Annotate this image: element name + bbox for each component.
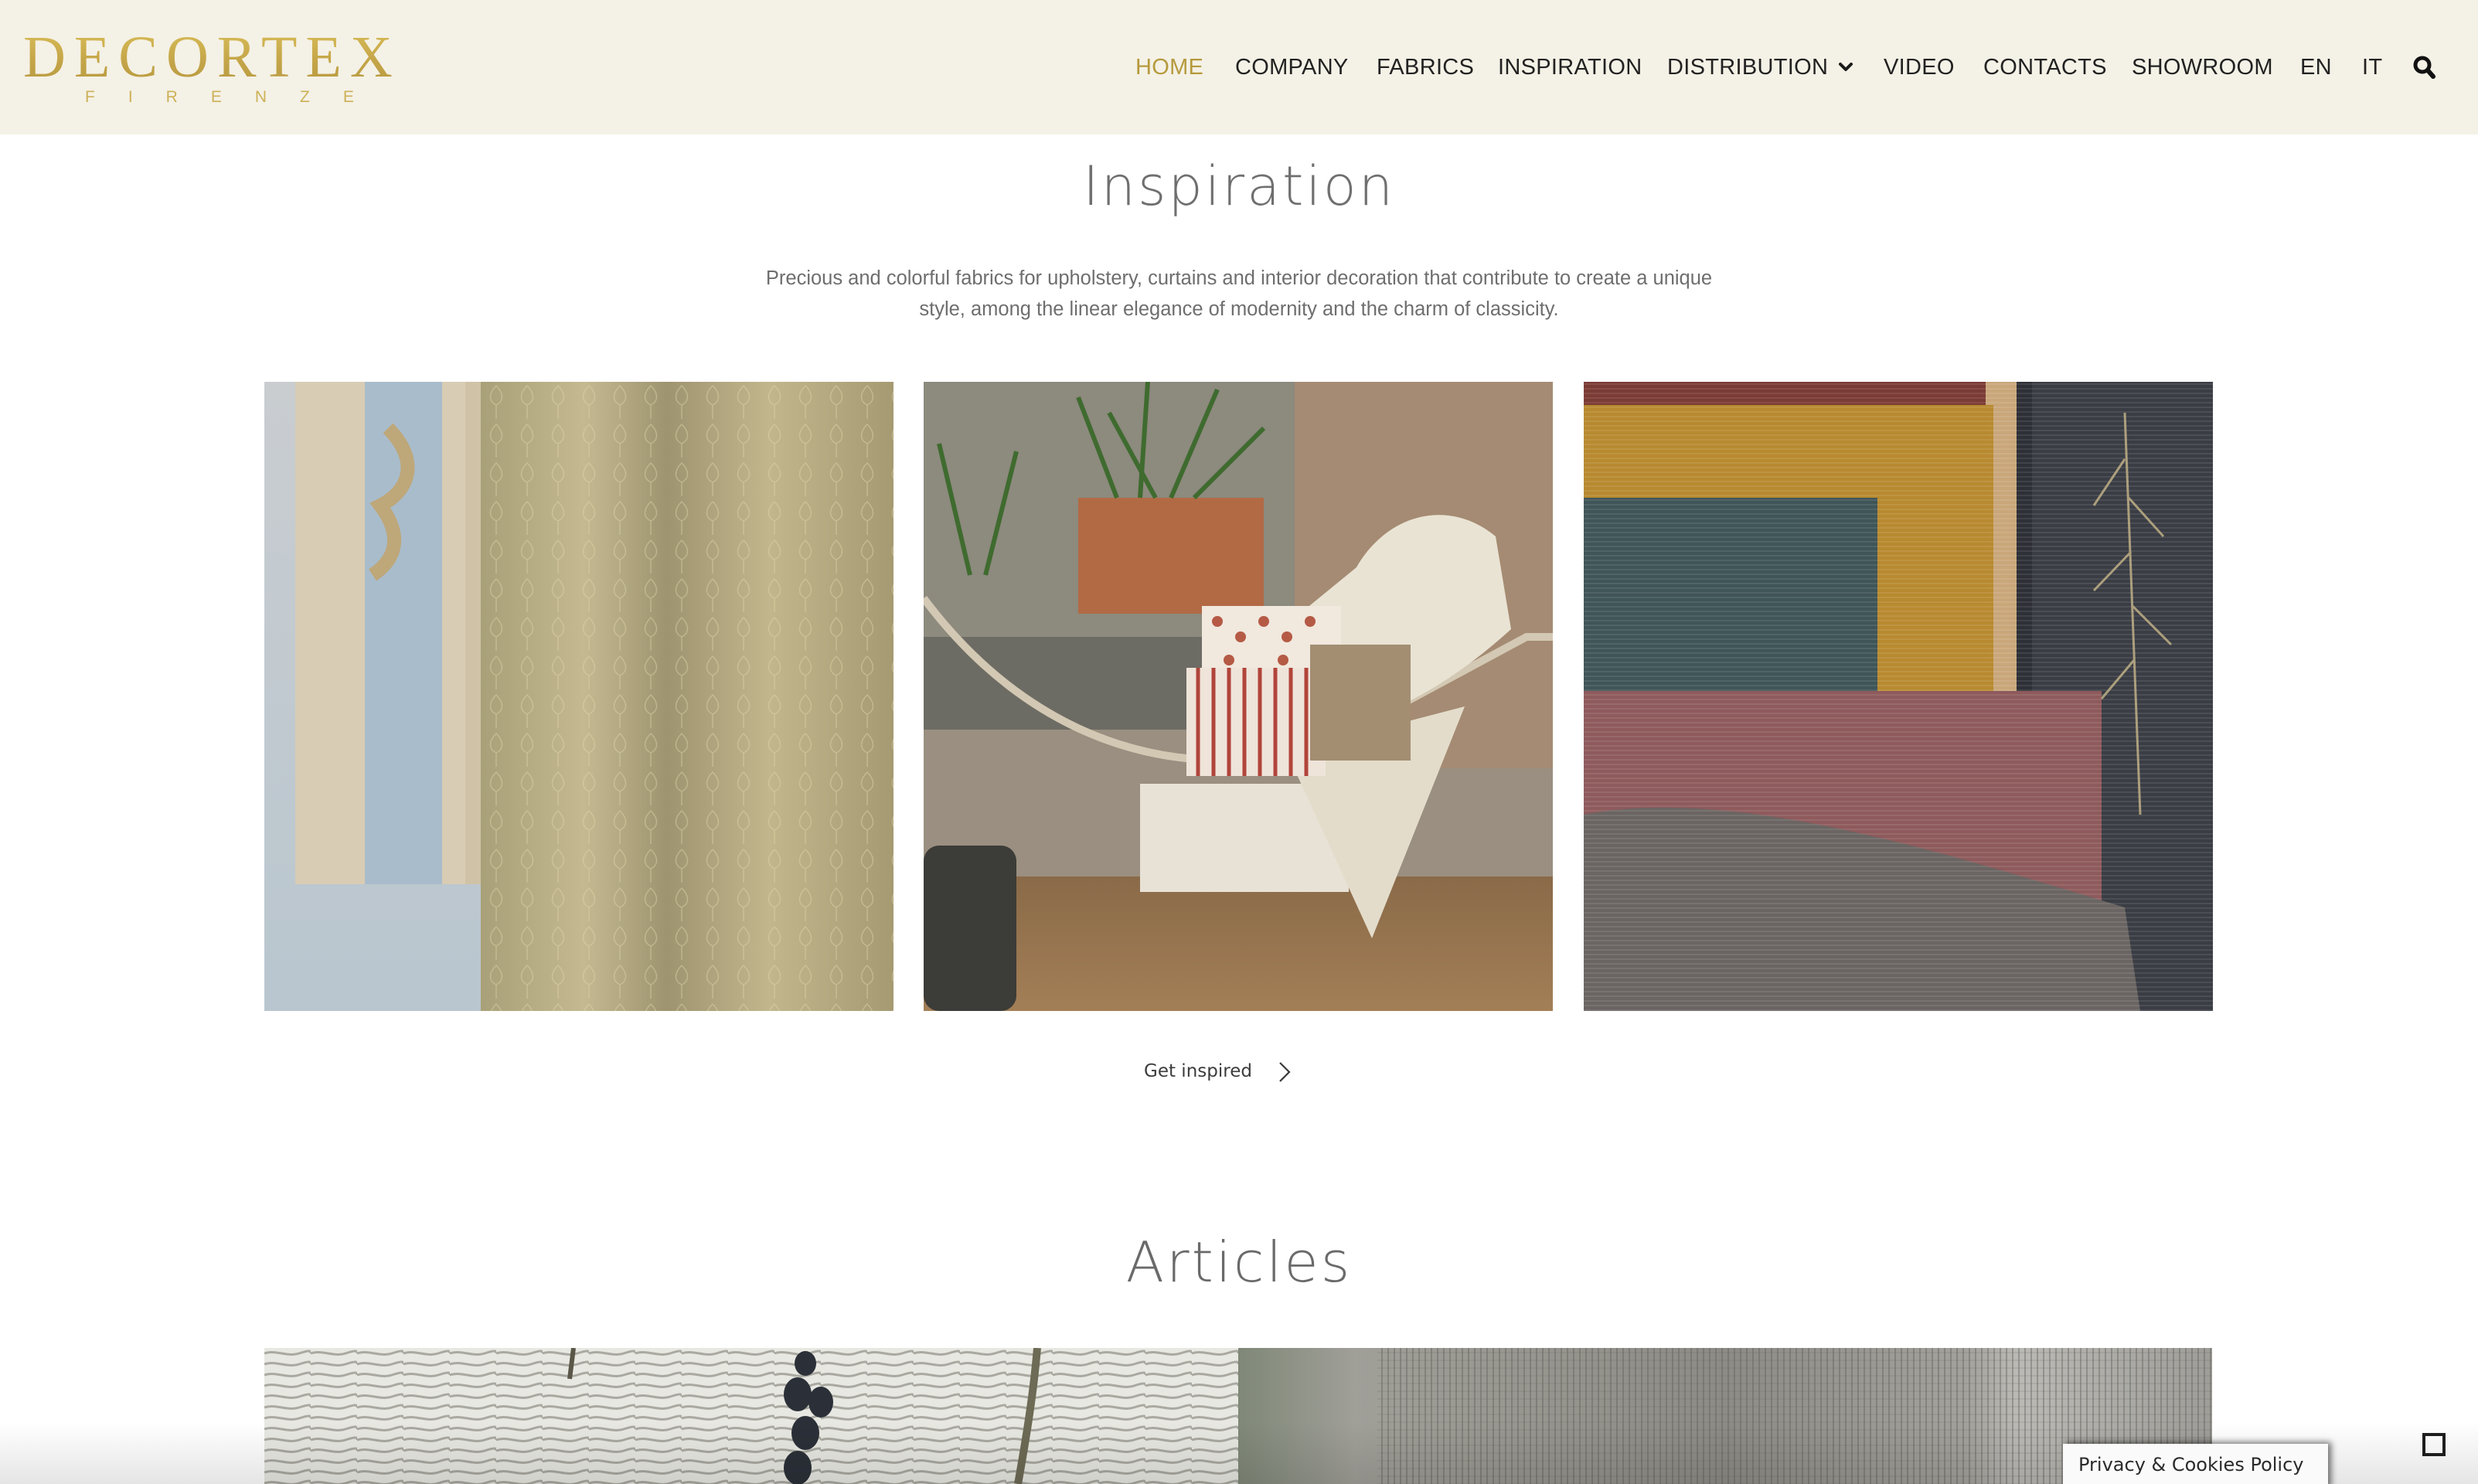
- articles-title: Articles: [1125, 1230, 1353, 1295]
- nav-item-distribution[interactable]: DISTRIBUTION: [1667, 53, 1828, 81]
- chevron-right-icon: [1278, 1061, 1292, 1083]
- square-icon[interactable]: [2422, 1433, 2446, 1456]
- nav-item-video[interactable]: VIDEO: [1884, 53, 1955, 81]
- nav-item-lang-en[interactable]: EN: [2300, 53, 2332, 81]
- nav-item-fabrics[interactable]: FABRICS: [1377, 53, 1474, 81]
- nav-item-contacts[interactable]: CONTACTS: [1983, 53, 2107, 81]
- hammock-image: [924, 382, 1553, 1011]
- main-nav: HOME COMPANY FABRICS INSPIRATION DISTRIB…: [0, 0, 2478, 134]
- fabric-stack-image: [1584, 382, 2213, 1011]
- nav-item-inspiration[interactable]: INSPIRATION: [1498, 53, 1642, 81]
- privacy-cookies-label: Privacy & Cookies Policy: [2078, 1454, 2304, 1475]
- nav-item-showroom[interactable]: SHOWROOM: [2132, 53, 2273, 81]
- nav-item-home[interactable]: HOME: [1135, 53, 1203, 81]
- inspiration-tile-damask-curtain[interactable]: [264, 382, 894, 1011]
- inspiration-description: Precious and colorful fabrics for uphols…: [765, 267, 1713, 320]
- nav-item-lang-it[interactable]: IT: [2362, 53, 2382, 81]
- damask-curtain-image: [264, 382, 894, 1011]
- privacy-cookies-button[interactable]: Privacy & Cookies Policy: [2063, 1444, 2328, 1484]
- site-header: DECORTEX FIRENZE HOME COMPANY FABRICS IN…: [0, 0, 2478, 134]
- wavy-fabric-image: [264, 1348, 1238, 1484]
- nav-item-company[interactable]: COMPANY: [1235, 53, 1349, 81]
- inspiration-title: Inspiration: [1082, 155, 1396, 218]
- inspiration-tile-hammock[interactable]: [924, 382, 1553, 1011]
- chevron-down-icon[interactable]: [1837, 59, 1854, 76]
- inspiration-tile-fabric-stack[interactable]: [1584, 382, 2213, 1011]
- article-card-1[interactable]: [264, 1348, 1238, 1484]
- search-icon[interactable]: [2412, 54, 2437, 80]
- get-inspired-label: Get inspired: [1144, 1061, 1252, 1081]
